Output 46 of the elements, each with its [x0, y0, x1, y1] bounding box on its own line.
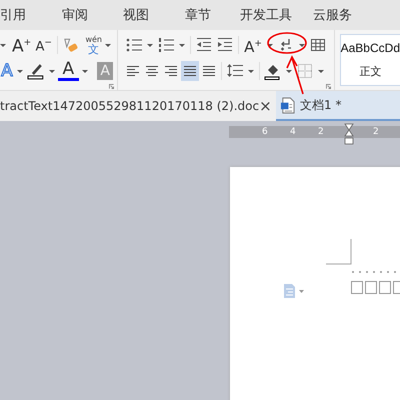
- font-size-button[interactable]: A$^{+}$: [242, 34, 264, 56]
- caret-icon[interactable]: [105, 44, 111, 46]
- menu-item[interactable]: 章节: [185, 6, 211, 24]
- distributed-icon: [201, 63, 217, 79]
- caret-icon[interactable]: [82, 70, 88, 72]
- menu-item[interactable]: 云服务: [313, 6, 352, 24]
- font-color-button[interactable]: A: [58, 61, 80, 81]
- highlighter-icon[interactable]: [26, 61, 46, 81]
- indent-marker-icon[interactable]: [344, 123, 354, 145]
- document-tab[interactable]: 文档1 *: [276, 91, 400, 121]
- align-left-icon: [125, 63, 141, 79]
- align-center-icon: [144, 63, 160, 79]
- close-button[interactable]: ×: [259, 97, 272, 115]
- numbered-list-icon[interactable]: [156, 35, 176, 55]
- caret-icon[interactable]: [248, 70, 254, 72]
- menu-item[interactable]: 开发工具: [240, 6, 292, 24]
- annotation-arrow: [286, 55, 304, 95]
- menu-item[interactable]: 审阅: [62, 6, 88, 24]
- caret-icon[interactable]: [267, 44, 273, 46]
- phonetic-guide-button[interactable]: wén 文: [85, 36, 102, 54]
- caret-icon[interactable]: [147, 44, 153, 46]
- shrink-font-button[interactable]: A$^{−}$: [33, 32, 54, 58]
- justify-icon: [182, 63, 198, 79]
- dialog-launcher-icon[interactable]: [109, 84, 114, 89]
- caret-icon[interactable]: [318, 70, 324, 72]
- caret-icon[interactable]: [179, 44, 185, 46]
- menu-item[interactable]: 视图: [123, 6, 149, 24]
- borders-icon[interactable]: [295, 61, 315, 81]
- margin-corner-mark: [326, 239, 352, 265]
- annotation-ellipse: [267, 32, 307, 54]
- caret-icon[interactable]: [299, 44, 305, 46]
- alignment-button[interactable]: [181, 61, 199, 81]
- document-icon: [280, 96, 295, 114]
- align-right-icon: [163, 63, 179, 79]
- style-sample-text: AaBbCcDd: [340, 41, 400, 56]
- caret-icon[interactable]: [0, 44, 6, 46]
- caret-icon[interactable]: [286, 70, 292, 72]
- caret-icon[interactable]: [16, 70, 23, 72]
- menu-item[interactable]: 引用: [0, 6, 26, 24]
- style-preview[interactable]: AaBbCcDd 正文: [340, 34, 400, 86]
- dialog-launcher-icon[interactable]: [326, 84, 331, 89]
- caret-icon[interactable]: [48, 70, 55, 72]
- style-name: 正文: [359, 64, 382, 79]
- box-row-drawing: [351, 281, 400, 295]
- grow-font-button[interactable]: A$^{+}$: [11, 33, 32, 57]
- document-tab[interactable]: tractText147200552981120170118 (2).doc×: [0, 91, 276, 121]
